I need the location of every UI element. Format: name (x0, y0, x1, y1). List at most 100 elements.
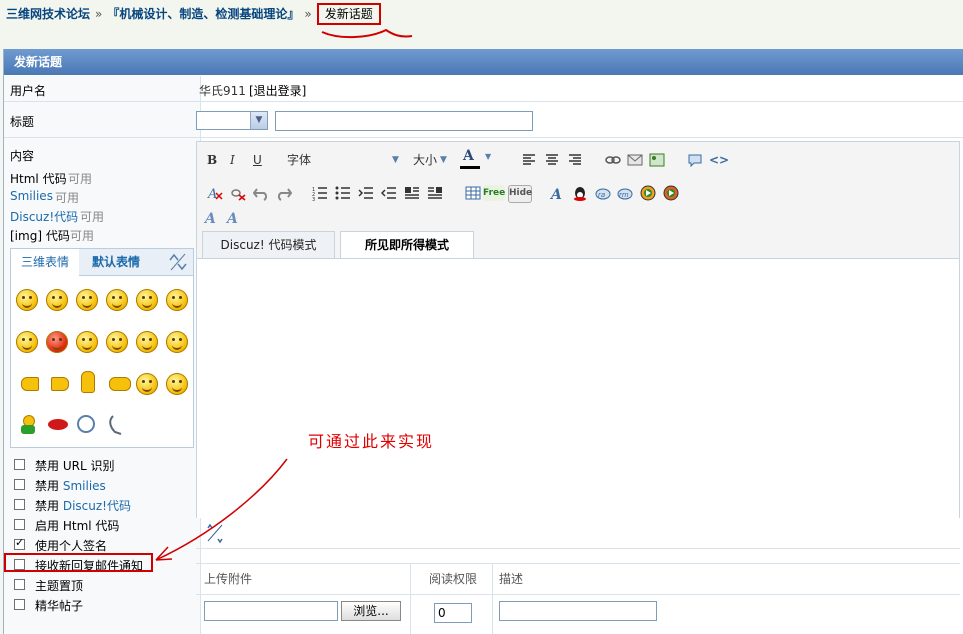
disable-url-label: 禁用 URL 识别 (35, 459, 115, 473)
enable-html-label: 启用 Html 代码 (35, 519, 120, 533)
discuz-code-label[interactable]: Discuz!代码 (10, 208, 78, 225)
smiley-icon[interactable] (166, 289, 188, 311)
enable-html-checkbox[interactable] (14, 519, 25, 530)
link-icon[interactable] (605, 152, 621, 168)
smiley-icon[interactable] (136, 289, 158, 311)
logout-link[interactable]: [退出登录] (249, 82, 306, 99)
breadcrumb-separator: » (304, 7, 312, 21)
handshake-icon[interactable] (109, 377, 131, 391)
table-icon[interactable] (465, 185, 481, 201)
smiley-icon[interactable] (16, 331, 38, 353)
username-value: 华氏911 (199, 84, 246, 98)
smiley-icon[interactable] (136, 331, 158, 353)
align-right-icon[interactable] (567, 152, 583, 168)
smiley-icon[interactable] (166, 373, 188, 395)
column-divider (410, 564, 411, 634)
html-code-status: 可用 (68, 172, 93, 186)
editor-content-area[interactable] (197, 258, 959, 518)
undo-icon[interactable] (253, 185, 269, 201)
smilies-panel: 三维表情 默认表情 (10, 248, 194, 448)
float-right-icon[interactable] (427, 185, 443, 201)
tab-3d-smilies[interactable]: 三维表情 (11, 249, 80, 275)
smiley-icon[interactable] (16, 289, 38, 311)
attachment-file-input[interactable] (204, 601, 338, 621)
thumb-right-icon[interactable] (51, 377, 69, 391)
tab-discuz-code-mode[interactable]: Discuz! 代码模式 (202, 231, 335, 258)
unlink-icon[interactable] (230, 185, 246, 201)
read-permission-input[interactable]: 0 (434, 603, 472, 623)
phone-icon[interactable] (107, 414, 127, 436)
title-prefix-select[interactable]: ▼ (196, 111, 268, 130)
image-icon[interactable] (649, 152, 665, 168)
unordered-list-icon[interactable] (335, 185, 351, 201)
quote-icon[interactable] (687, 152, 703, 168)
figure-icon[interactable] (19, 415, 37, 435)
email-link-icon[interactable] (627, 152, 643, 168)
disable-smilies-checkbox[interactable] (14, 479, 25, 490)
font-style-icon[interactable]: A (549, 185, 565, 201)
smilies-label[interactable]: Smilies (10, 189, 53, 203)
outdent-icon[interactable] (358, 185, 374, 201)
float-left-icon[interactable] (404, 185, 420, 201)
sticky-topic-checkbox[interactable] (14, 579, 25, 590)
underline-button[interactable]: U (253, 152, 262, 168)
realplayer-icon[interactable]: ra (595, 185, 611, 201)
victory-hand-icon[interactable] (81, 371, 95, 393)
smilies-resize-icon[interactable] (167, 252, 189, 272)
remove-format-icon[interactable]: A (207, 185, 223, 201)
disable-discuz-code-checkbox[interactable] (14, 499, 25, 510)
smiley-icon[interactable] (136, 373, 158, 395)
clock-icon[interactable] (77, 415, 95, 433)
breadcrumb-forum-home[interactable]: 三维网技术论坛 (6, 7, 90, 21)
indent-icon[interactable] (381, 185, 397, 201)
text-color-button[interactable]: A (463, 148, 474, 164)
breadcrumb: 三维网技术论坛 » 『机械设计、制造、检测基础理论』 » 发新话题 (6, 3, 381, 25)
smiley-icon[interactable] (166, 331, 188, 353)
column-divider (492, 564, 493, 634)
font-size-select[interactable]: 大小 (413, 152, 437, 168)
smiley-icon[interactable] (76, 289, 98, 311)
tab-default-smilies[interactable]: 默认表情 (79, 249, 153, 276)
font-style-icon[interactable]: A (225, 209, 241, 225)
angry-smiley-icon[interactable] (46, 331, 68, 353)
browse-button[interactable]: 浏览... (341, 601, 401, 621)
smiley-icon[interactable] (106, 331, 128, 353)
attachments-section: 上传附件 阅读权限 描述 (196, 563, 960, 634)
disable-discuz-code-label: 禁用 Discuz!代码 (35, 499, 131, 513)
italic-button[interactable]: I (230, 152, 235, 168)
hide-tag-button[interactable]: Hide (508, 185, 532, 203)
thumb-left-icon[interactable] (21, 377, 39, 391)
font-family-select[interactable]: 字体 (287, 152, 311, 168)
chevron-down-icon[interactable]: ▼ (392, 152, 399, 168)
redo-icon[interactable] (276, 185, 292, 201)
free-tag-button[interactable]: Free (483, 185, 505, 201)
ordered-list-icon[interactable]: 123 (312, 185, 328, 201)
svg-text:A: A (207, 187, 217, 201)
chevron-down-icon[interactable]: ▼ (485, 152, 491, 161)
smiley-icon[interactable] (46, 289, 68, 311)
code-icon[interactable]: <> (709, 152, 729, 168)
smiley-icon[interactable] (106, 289, 128, 311)
chevron-down-icon[interactable]: ▼ (440, 152, 447, 168)
font-style-icon[interactable]: A (203, 209, 219, 225)
read-permission-header: 阅读权限 (429, 572, 478, 586)
attachment-description-input[interactable] (499, 601, 657, 621)
align-center-icon[interactable] (544, 152, 560, 168)
disable-url-checkbox[interactable] (14, 459, 25, 470)
breadcrumb-board[interactable]: 『机械设计、制造、检测基础理论』 (107, 7, 299, 21)
svg-text:A: A (225, 211, 238, 225)
tab-wysiwyg-mode[interactable]: 所见即所得模式 (340, 231, 474, 259)
title-input[interactable] (275, 111, 533, 131)
text-color-swatch (460, 166, 480, 169)
video-player-icon[interactable] (663, 185, 679, 201)
use-signature-checkbox[interactable] (14, 536, 25, 550)
lips-icon[interactable] (48, 419, 68, 430)
bold-button[interactable]: B (207, 152, 217, 168)
align-left-icon[interactable] (521, 152, 537, 168)
media-player-icon[interactable] (640, 185, 656, 201)
smiley-icon[interactable] (76, 331, 98, 353)
digest-post-checkbox[interactable] (14, 599, 25, 610)
realmedia-icon[interactable]: rm (617, 185, 633, 201)
qq-icon[interactable] (572, 185, 588, 201)
description-header: 描述 (499, 572, 524, 586)
